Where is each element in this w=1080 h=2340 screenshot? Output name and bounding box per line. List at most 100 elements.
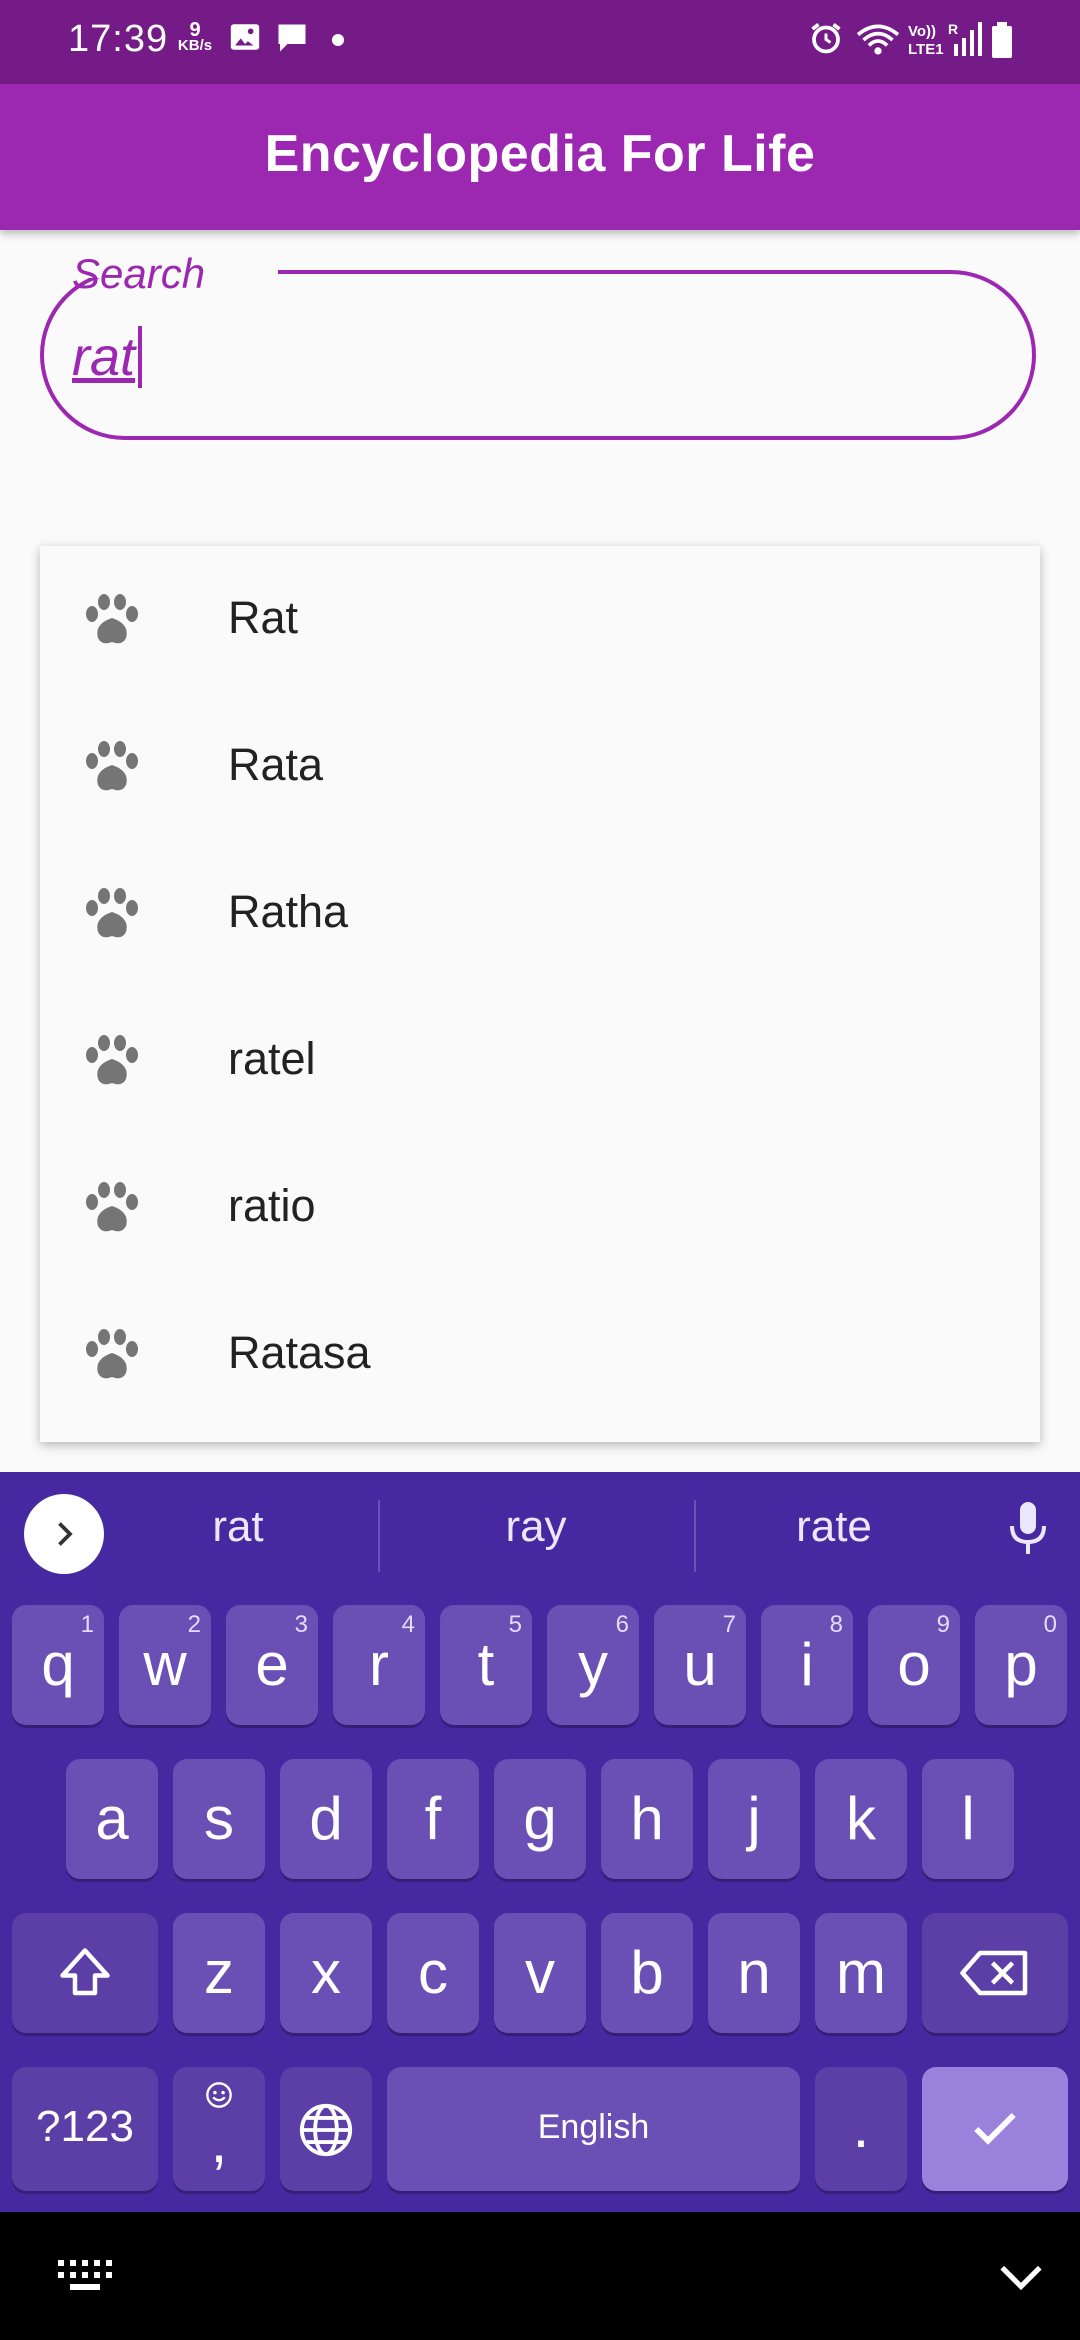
word-suggestion[interactable]: rat bbox=[98, 1502, 378, 1552]
paw-icon bbox=[86, 1035, 138, 1085]
wifi-icon bbox=[856, 24, 900, 55]
paw-icon bbox=[86, 741, 138, 791]
suggestion-label: Rat bbox=[228, 592, 299, 643]
key-hint: 1 bbox=[80, 1611, 94, 1638]
text-cursor bbox=[138, 326, 142, 388]
key-w[interactable]: w2 bbox=[119, 1605, 211, 1725]
key-label: x bbox=[311, 1939, 341, 2006]
key-k[interactable]: k bbox=[815, 1759, 907, 1879]
key-hint: 9 bbox=[936, 1611, 950, 1638]
suggestion-divider bbox=[378, 1500, 380, 1572]
key-u[interactable]: u7 bbox=[654, 1605, 746, 1725]
microphone-icon[interactable] bbox=[1004, 1498, 1052, 1558]
key-a[interactable]: a bbox=[66, 1759, 158, 1879]
period-key[interactable]: . bbox=[815, 2067, 907, 2191]
key-x[interactable]: x bbox=[280, 1913, 372, 2033]
battery-icon bbox=[992, 22, 1012, 58]
key-hint: 3 bbox=[294, 1611, 308, 1638]
key-p[interactable]: p0 bbox=[975, 1605, 1067, 1725]
paw-icon bbox=[86, 594, 138, 644]
keyboard: rat ray rate q1 w2 e3 r4 t5 y6 u7 i8 o9 … bbox=[0, 1472, 1080, 2212]
key-hint: 7 bbox=[722, 1611, 736, 1638]
key-label: English bbox=[537, 2108, 650, 2146]
key-hint: 0 bbox=[1043, 1611, 1057, 1638]
list-item[interactable]: Rat bbox=[40, 546, 1040, 693]
key-label: b bbox=[630, 1939, 664, 2006]
alarm-icon bbox=[811, 23, 841, 54]
key-label: h bbox=[630, 1785, 664, 1852]
key-i[interactable]: i8 bbox=[761, 1605, 853, 1725]
key-c[interactable]: c bbox=[387, 1913, 479, 2033]
space-key[interactable]: English bbox=[387, 2067, 800, 2191]
list-item[interactable]: Rata bbox=[40, 693, 1040, 840]
key-g[interactable]: g bbox=[494, 1759, 586, 1879]
symbols-key[interactable]: ?123 bbox=[12, 2067, 158, 2191]
key-hint: 5 bbox=[508, 1611, 522, 1638]
key-d[interactable]: d bbox=[280, 1759, 372, 1879]
key-s[interactable]: s bbox=[173, 1759, 265, 1879]
key-y[interactable]: y6 bbox=[547, 1605, 639, 1725]
keyboard-toolbar-expand-button[interactable] bbox=[24, 1494, 104, 1574]
key-t[interactable]: t5 bbox=[440, 1605, 532, 1725]
word-suggestion[interactable]: ray bbox=[396, 1502, 676, 1552]
backspace-icon bbox=[960, 1950, 1028, 1996]
network-speed-value: 9 bbox=[189, 19, 201, 41]
network-speed-unit: KB/s bbox=[177, 37, 213, 54]
key-m[interactable]: m bbox=[815, 1913, 907, 2033]
keyboard-switch-icon[interactable] bbox=[56, 2258, 116, 2294]
list-item[interactable]: ratel bbox=[40, 987, 1040, 1134]
list-item[interactable]: ratio bbox=[40, 1134, 1040, 1281]
signal-icon bbox=[954, 22, 982, 56]
status-bar: 17:39 9 KB/s Vo)) LTE1 R bbox=[0, 0, 1080, 84]
key-q[interactable]: q1 bbox=[12, 1605, 104, 1725]
key-hint: 4 bbox=[401, 1611, 415, 1638]
key-j[interactable]: j bbox=[708, 1759, 800, 1879]
search-input[interactable] bbox=[72, 322, 972, 392]
language-key[interactable] bbox=[280, 2067, 372, 2191]
key-label: ?123 bbox=[36, 2102, 134, 2151]
key-z[interactable]: z bbox=[173, 1913, 265, 2033]
key-label: c bbox=[418, 1939, 448, 2006]
key-l[interactable]: l bbox=[922, 1759, 1014, 1879]
shift-key[interactable] bbox=[12, 1913, 158, 2033]
word-suggestion[interactable]: rate bbox=[694, 1502, 974, 1552]
key-hint: 8 bbox=[829, 1611, 843, 1638]
key-label: j bbox=[747, 1785, 761, 1852]
key-o[interactable]: o9 bbox=[868, 1605, 960, 1725]
key-e[interactable]: e3 bbox=[226, 1605, 318, 1725]
backspace-key[interactable] bbox=[922, 1913, 1068, 2033]
key-label: m bbox=[836, 1939, 886, 2006]
comma-key[interactable]: , bbox=[173, 2067, 265, 2191]
key-n[interactable]: n bbox=[708, 1913, 800, 2033]
list-item[interactable]: Ratha bbox=[40, 840, 1040, 987]
key-b[interactable]: b bbox=[601, 1913, 693, 2033]
search-label: Search bbox=[72, 250, 206, 297]
svg-text:Vo)): Vo)) bbox=[908, 23, 936, 40]
enter-key[interactable] bbox=[922, 2067, 1068, 2191]
checkmark-icon bbox=[974, 2112, 1016, 2145]
svg-text:LTE1: LTE1 bbox=[908, 41, 944, 58]
status-time: 17:39 bbox=[68, 18, 169, 60]
key-label: k bbox=[846, 1785, 876, 1852]
list-item[interactable]: Ratasa bbox=[40, 1281, 1040, 1428]
key-label: v bbox=[525, 1939, 555, 2006]
message-icon bbox=[278, 24, 306, 52]
key-f[interactable]: f bbox=[387, 1759, 479, 1879]
app-bar: Encyclopedia For Life bbox=[0, 84, 1080, 230]
key-label: z bbox=[204, 1939, 234, 2006]
emoji-icon bbox=[206, 2082, 232, 2108]
key-h[interactable]: h bbox=[601, 1759, 693, 1879]
shift-icon bbox=[60, 1948, 110, 1996]
key-r[interactable]: r4 bbox=[333, 1605, 425, 1725]
suggestion-list: Rat Rata Ratha ratel ratio Ratasa bbox=[40, 546, 1040, 1442]
key-v[interactable]: v bbox=[494, 1913, 586, 2033]
navigation-bar bbox=[0, 2212, 1080, 2340]
gallery-icon bbox=[230, 24, 260, 50]
key-label: d bbox=[309, 1785, 343, 1852]
suggestion-label: Rata bbox=[228, 739, 324, 790]
page-title: Encyclopedia For Life bbox=[264, 125, 816, 183]
suggestion-label: Ratha bbox=[228, 886, 349, 937]
hide-keyboard-icon[interactable] bbox=[996, 2254, 1046, 2298]
key-label: l bbox=[961, 1785, 975, 1852]
suggestion-label: ratel bbox=[228, 1033, 316, 1084]
